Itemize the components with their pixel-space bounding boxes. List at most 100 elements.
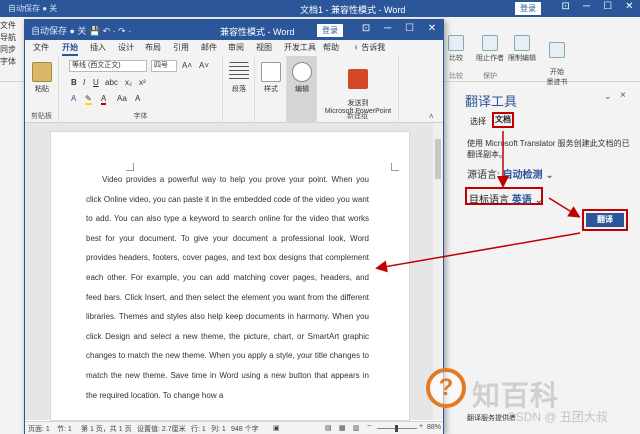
status-column[interactable]: 列: 1 xyxy=(211,424,226,434)
highlight-icon[interactable]: ✎ xyxy=(85,94,92,105)
background-tab[interactable]: 导航 xyxy=(0,32,24,44)
styles-icon xyxy=(261,62,281,82)
background-tab[interactable]: 同步 xyxy=(0,44,24,56)
ribbon-display-icon[interactable]: ⊡ xyxy=(362,23,370,34)
paragraph-icon xyxy=(229,62,249,82)
scrollbar-thumb[interactable] xyxy=(435,139,441,179)
tab-view[interactable]: 视图 xyxy=(256,42,272,53)
proofing-icon[interactable]: ▣ xyxy=(273,424,280,432)
styles-button[interactable]: 样式 xyxy=(259,62,283,94)
watermark-logo: ? xyxy=(426,368,466,408)
document-area: Video provides a powerful way to help yo… xyxy=(25,123,443,421)
target-language-value[interactable]: 英语 xyxy=(512,195,532,206)
share-icon[interactable]: ⊡ xyxy=(562,1,570,16)
source-language[interactable]: 源语言: 自动检测 ⌄ xyxy=(467,166,554,181)
grow-font-icon[interactable]: A˄ xyxy=(182,61,192,70)
tab-home[interactable]: 开始 xyxy=(62,42,78,56)
char-shading-icon[interactable]: A xyxy=(135,94,140,103)
paragraph-group: 段落 xyxy=(223,56,255,123)
tell-me-search[interactable]: ♀ 告诉我 xyxy=(353,42,385,53)
block-authors-group[interactable]: 阻止作者 保护 xyxy=(476,35,504,81)
background-left-tabs: 文件 导航 同步 字体 xyxy=(0,20,24,68)
background-login-button[interactable]: 登录 xyxy=(515,2,541,15)
strikethrough-icon[interactable]: abc xyxy=(105,78,118,87)
view-web-icon[interactable]: ▥ xyxy=(353,424,360,432)
paste-button[interactable]: 粘贴 xyxy=(30,62,54,94)
tab-layout[interactable]: 布局 xyxy=(145,42,161,53)
font-size-select[interactable]: 四号 xyxy=(151,60,177,72)
new-group-caption: 新建组 xyxy=(347,113,368,120)
styles-group: 样式 xyxy=(255,56,287,123)
target-language[interactable]: 目标语言 英语 ⌄ xyxy=(465,187,543,206)
restrict-editing-group[interactable]: 限制编辑 xyxy=(508,35,536,71)
pane-options-icon[interactable]: ⌄ xyxy=(604,91,612,102)
maximize-icon[interactable]: ☐ xyxy=(603,1,612,16)
title-bar: 自动保存 ● 关 💾 ↶ · ↷ · 兼容性模式 - Word 登录 ⊡ ─ ☐… xyxy=(25,20,443,40)
restrict-editing-icon xyxy=(514,35,530,51)
tab-insert[interactable]: 插入 xyxy=(90,42,106,53)
background-quick-access[interactable]: 自动保存 ● 关 xyxy=(8,3,57,14)
translate-button-highlight[interactable]: 翻译 xyxy=(582,209,628,231)
subscript-icon[interactable]: x₂ xyxy=(125,78,132,87)
chevron-down-icon[interactable]: ⌄ xyxy=(545,170,553,181)
tab-design[interactable]: 设计 xyxy=(118,42,134,53)
minimize-icon[interactable]: ─ xyxy=(583,1,590,16)
close-icon[interactable]: ✕ xyxy=(428,23,436,34)
login-button[interactable]: 登录 xyxy=(317,24,343,37)
background-tab[interactable]: 文件 xyxy=(0,20,24,32)
source-language-value[interactable]: 自动检测 xyxy=(503,170,543,181)
status-zoom[interactable]: 88% xyxy=(427,424,441,431)
close-icon[interactable]: ✕ xyxy=(625,1,633,16)
superscript-icon[interactable]: x² xyxy=(139,78,146,87)
document-page[interactable]: Video provides a powerful way to help yo… xyxy=(50,131,410,421)
ribbon: 粘贴 剪贴板 等线 (西文正文) 四号 A˄ A˅ B I U abc x₂ x… xyxy=(25,56,443,123)
status-words[interactable]: 948 个字 xyxy=(231,424,259,434)
view-read-icon[interactable]: ▤ xyxy=(325,424,332,432)
view-print-icon[interactable]: ▦ xyxy=(339,424,346,432)
font-color-icon[interactable]: A xyxy=(101,94,107,105)
tab-mailings[interactable]: 邮件 xyxy=(201,42,217,53)
compare-group[interactable]: 比较 比较 xyxy=(448,35,464,81)
zoom-out-icon[interactable]: − xyxy=(367,423,371,430)
send-to-powerpoint-button[interactable]: 发送到 Microsoft PowerPoint xyxy=(319,62,397,115)
tab-selection[interactable]: 选择 xyxy=(470,116,486,127)
chevron-down-icon[interactable]: ⌄ xyxy=(535,195,543,206)
editing-button[interactable]: 编辑 xyxy=(290,62,314,94)
font-caption: 字体 xyxy=(133,113,148,120)
background-window-title: 文档1 - 兼容性模式 - Word xyxy=(300,5,406,15)
status-section[interactable]: 节: 1 xyxy=(57,424,72,434)
document-body-text[interactable]: Video provides a powerful way to help yo… xyxy=(86,170,369,405)
window-controls: ⊡ ─ ☐ ✕ xyxy=(355,23,443,34)
background-tab[interactable]: 字体 xyxy=(0,56,24,68)
collapse-ribbon-icon[interactable]: ˄ xyxy=(429,112,434,121)
maximize-icon[interactable]: ☐ xyxy=(405,23,414,34)
bold-icon[interactable]: B xyxy=(71,78,77,87)
font-group: 等线 (西文正文) 四号 A˄ A˅ B I U abc x₂ x² A ✎ A… xyxy=(59,56,223,123)
zoom-slider-thumb[interactable] xyxy=(395,425,398,432)
tab-document[interactable]: 文档 xyxy=(492,112,514,128)
italic-icon[interactable]: I xyxy=(83,78,85,87)
pane-title: 翻译工具 xyxy=(465,94,518,109)
tab-references[interactable]: 引用 xyxy=(173,42,189,53)
quick-access-toolbar[interactable]: 自动保存 ● 关 💾 ↶ · ↷ · xyxy=(31,24,131,37)
minimize-icon[interactable]: ─ xyxy=(384,23,391,34)
tab-help[interactable]: 帮助 xyxy=(323,42,339,53)
font-name-select[interactable]: 等线 (西文正文) xyxy=(69,60,147,72)
underline-icon[interactable]: U xyxy=(93,78,99,87)
tab-review[interactable]: 审阅 xyxy=(228,42,244,53)
shrink-font-icon[interactable]: A˅ xyxy=(199,61,209,70)
status-position[interactable]: 设置值: 2.7厘米 xyxy=(137,424,186,434)
tab-developer[interactable]: 开发工具 xyxy=(284,42,316,53)
text-effects-icon[interactable]: A xyxy=(71,94,76,103)
font-size-aa-icon[interactable]: Aa xyxy=(117,94,127,103)
paragraph-button[interactable]: 段落 xyxy=(227,62,251,94)
status-pages[interactable]: 第 1 页，共 1 页 xyxy=(81,424,132,434)
clipboard-icon xyxy=(32,62,52,82)
zoom-in-icon[interactable]: + xyxy=(419,423,423,430)
status-page[interactable]: 页面: 1 xyxy=(28,424,50,434)
status-line[interactable]: 行: 1 xyxy=(191,424,206,434)
tab-file[interactable]: 文件 xyxy=(33,42,49,53)
new-group: 发送到 Microsoft PowerPoint 新建组 xyxy=(317,56,399,123)
pane-close-icon[interactable]: × xyxy=(620,90,626,101)
translate-button[interactable]: 翻译 xyxy=(586,213,624,227)
